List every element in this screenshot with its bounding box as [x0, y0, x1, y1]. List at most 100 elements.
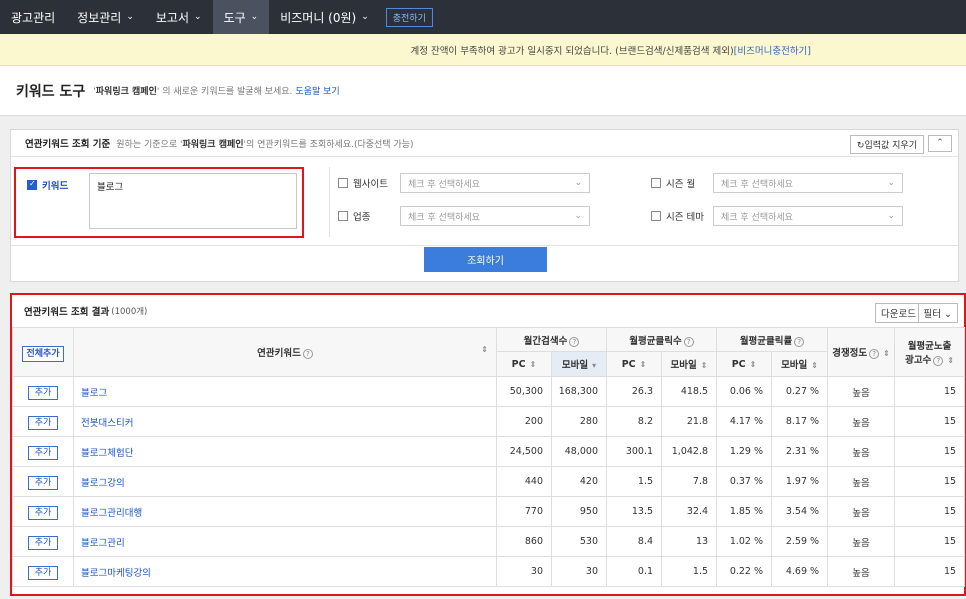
keyword-link[interactable]: 블로그체험단	[81, 448, 133, 459]
sort-icon[interactable]: ⇕	[481, 345, 488, 354]
nav-label: 보고서	[155, 10, 190, 25]
add-keyword-button[interactable]: 추가	[27, 446, 59, 460]
nav-label: 도구	[223, 10, 246, 25]
add-keyword-button[interactable]: 추가	[27, 386, 59, 400]
add-keyword-button[interactable]: 추가	[27, 536, 59, 550]
table-row: 추가 블로그 50,300 168,300 26.3 418.5 0.06 % 0.27 % 높…	[12, 376, 966, 407]
charge-button[interactable]: 충전하기	[385, 7, 433, 27]
keyword-link[interactable]: 블로그강의	[81, 478, 125, 489]
chevron-down-icon: ⌄	[126, 12, 134, 22]
checkbox-checked-icon[interactable]	[27, 179, 37, 190]
competition-cell: 높음	[827, 496, 896, 527]
click-mobile-header[interactable]: 모바일 ⇕	[661, 351, 718, 377]
nav-ad-manage[interactable]: 광고관리	[0, 0, 66, 34]
add-keyword-button[interactable]: 추가	[27, 506, 59, 520]
download-button[interactable]: 다운로드	[875, 303, 922, 323]
search-pc-cell: 770	[496, 496, 552, 527]
query-panel-head: 연관키워드 조회 기준 원하는 기준으로 '파워링크 캠페인'의 연관키워드를 …	[11, 130, 958, 157]
checkbox-icon[interactable]	[338, 211, 348, 221]
industry-select[interactable]: 체크 후 선택하세요 ⌄	[400, 206, 590, 226]
table-row: 추가 블로그체험단 24,500 48,000 300.1 1,042.8 1.29 % 2.…	[12, 436, 966, 467]
nav-bizmoney[interactable]: 비즈머니 (0원) ⌄	[269, 0, 380, 34]
ctr-pc-cell: 4.17 %	[716, 406, 773, 437]
page-title: 키워드 도구	[16, 83, 86, 100]
nav-info-manage[interactable]: 정보관리 ⌄	[66, 0, 145, 34]
ctr-pc-header[interactable]: PC ⇕	[716, 351, 773, 377]
sort-icon[interactable]: ⇕	[811, 361, 818, 370]
season-month-checkbox[interactable]: 시즌 월	[651, 176, 713, 190]
season-theme-filter: 시즌 테마 체크 후 선택하세요 ⌄	[651, 206, 903, 226]
keyword-link[interactable]: 블로그마케팅강의	[81, 568, 151, 579]
search-pc-header[interactable]: PC ⇕	[496, 351, 552, 377]
website-checkbox[interactable]: 웹사이트	[338, 176, 400, 190]
ctr-pc-cell: 0.06 %	[716, 376, 773, 407]
desc-pre: 원하는 기준으로 '	[116, 139, 183, 150]
ad-count-label-2: 광고수	[905, 355, 932, 366]
keyword-link[interactable]: 블로그관리	[81, 538, 125, 549]
checkbox-icon[interactable]	[338, 178, 348, 188]
bizmoney-charge-link[interactable]: [비즈머니충전하기]	[734, 43, 811, 57]
keyword-link[interactable]: 블로그관리대행	[81, 508, 142, 519]
keyword-checkbox[interactable]: 키워드	[27, 178, 68, 192]
keyword-cell: 블로그관리	[73, 526, 497, 557]
checkbox-icon[interactable]	[651, 211, 661, 221]
keyword-highlight-box: 키워드 블로그	[14, 167, 304, 238]
help-icon[interactable]: ?	[933, 356, 944, 366]
season-theme-checkbox[interactable]: 시즌 테마	[651, 209, 713, 223]
sort-icon[interactable]: ⇕	[947, 356, 954, 365]
keyword-cell: 블로그체험단	[73, 436, 497, 467]
filter-button[interactable]: 필터 ⌄	[917, 303, 958, 323]
help-icon[interactable]: ?	[869, 349, 880, 359]
ctr-mobile-header[interactable]: 모바일 ⇕	[771, 351, 829, 377]
nav-report[interactable]: 보고서 ⌄	[145, 0, 213, 34]
sort-icon[interactable]: ⇕	[750, 360, 757, 369]
sort-desc-icon[interactable]: ▾	[592, 361, 596, 370]
keyword-link[interactable]: 블로그	[81, 388, 107, 399]
checkbox-icon[interactable]	[651, 178, 661, 188]
add-keyword-button[interactable]: 추가	[27, 416, 59, 430]
mobile-label: 모바일	[561, 360, 589, 371]
industry-label: 업종	[353, 212, 371, 223]
keyword-input[interactable]: 블로그	[89, 173, 297, 229]
season-theme-label: 시즌 테마	[666, 212, 704, 223]
nav-tools[interactable]: 도구 ⌄	[212, 0, 270, 34]
results-count: (1000개)	[111, 307, 148, 317]
add-cell: 추가	[12, 556, 74, 587]
add-keyword-button[interactable]: 추가	[27, 566, 59, 580]
ad-count-header[interactable]: 월평균노출 광고수? ⇕	[894, 327, 966, 377]
keyword-link[interactable]: 전봇대스티커	[81, 418, 133, 429]
industry-checkbox[interactable]: 업종	[338, 209, 400, 223]
search-button[interactable]: 조회하기	[424, 247, 547, 272]
ctr-pc-cell: 0.37 %	[716, 466, 773, 497]
sort-icon[interactable]: ⇕	[530, 360, 537, 369]
reset-input-button[interactable]: ↻입력값 지우기	[849, 135, 924, 154]
add-cell: 추가	[12, 466, 74, 497]
season-month-select[interactable]: 체크 후 선택하세요 ⌄	[713, 173, 903, 193]
help-icon[interactable]: ?	[794, 336, 805, 347]
website-select[interactable]: 체크 후 선택하세요 ⌄	[400, 173, 590, 193]
keyword-header[interactable]: 연관키워드? ⇕	[73, 327, 497, 377]
add-cell: 추가	[12, 526, 74, 557]
competition-header[interactable]: 경쟁정도? ⇕	[827, 327, 896, 377]
search-mobile-header[interactable]: 모바일 ▾	[550, 351, 608, 377]
click-pc-header[interactable]: PC ⇕	[606, 351, 663, 377]
chevron-down-icon: ⌄	[574, 211, 582, 221]
desc-post: '의 연관키워드를 조회하세요.(다중선택 가능)	[243, 139, 414, 150]
help-icon[interactable]: ?	[569, 336, 580, 347]
search-pc-cell: 30	[496, 556, 552, 587]
keyword-cell: 전봇대스티커	[73, 406, 497, 437]
sort-icon[interactable]: ⇕	[883, 349, 890, 358]
query-title: 연관키워드 조회 기준	[25, 139, 111, 150]
sort-icon[interactable]: ⇕	[701, 361, 708, 370]
help-icon[interactable]: ?	[683, 336, 694, 347]
add-all-button[interactable]: 전체추가	[22, 345, 64, 362]
ad-count-cell: 15	[894, 406, 966, 437]
collapse-icon[interactable]: ⌃	[928, 135, 952, 152]
help-link[interactable]: 도움말 보기	[295, 84, 339, 97]
season-theme-select[interactable]: 체크 후 선택하세요 ⌄	[713, 206, 903, 226]
sort-icon[interactable]: ⇕	[640, 360, 647, 369]
search-mobile-cell: 950	[550, 496, 608, 527]
add-keyword-button[interactable]: 추가	[27, 476, 59, 490]
keyword-cell: 블로그마케팅강의	[73, 556, 497, 587]
help-icon[interactable]: ?	[302, 349, 313, 359]
